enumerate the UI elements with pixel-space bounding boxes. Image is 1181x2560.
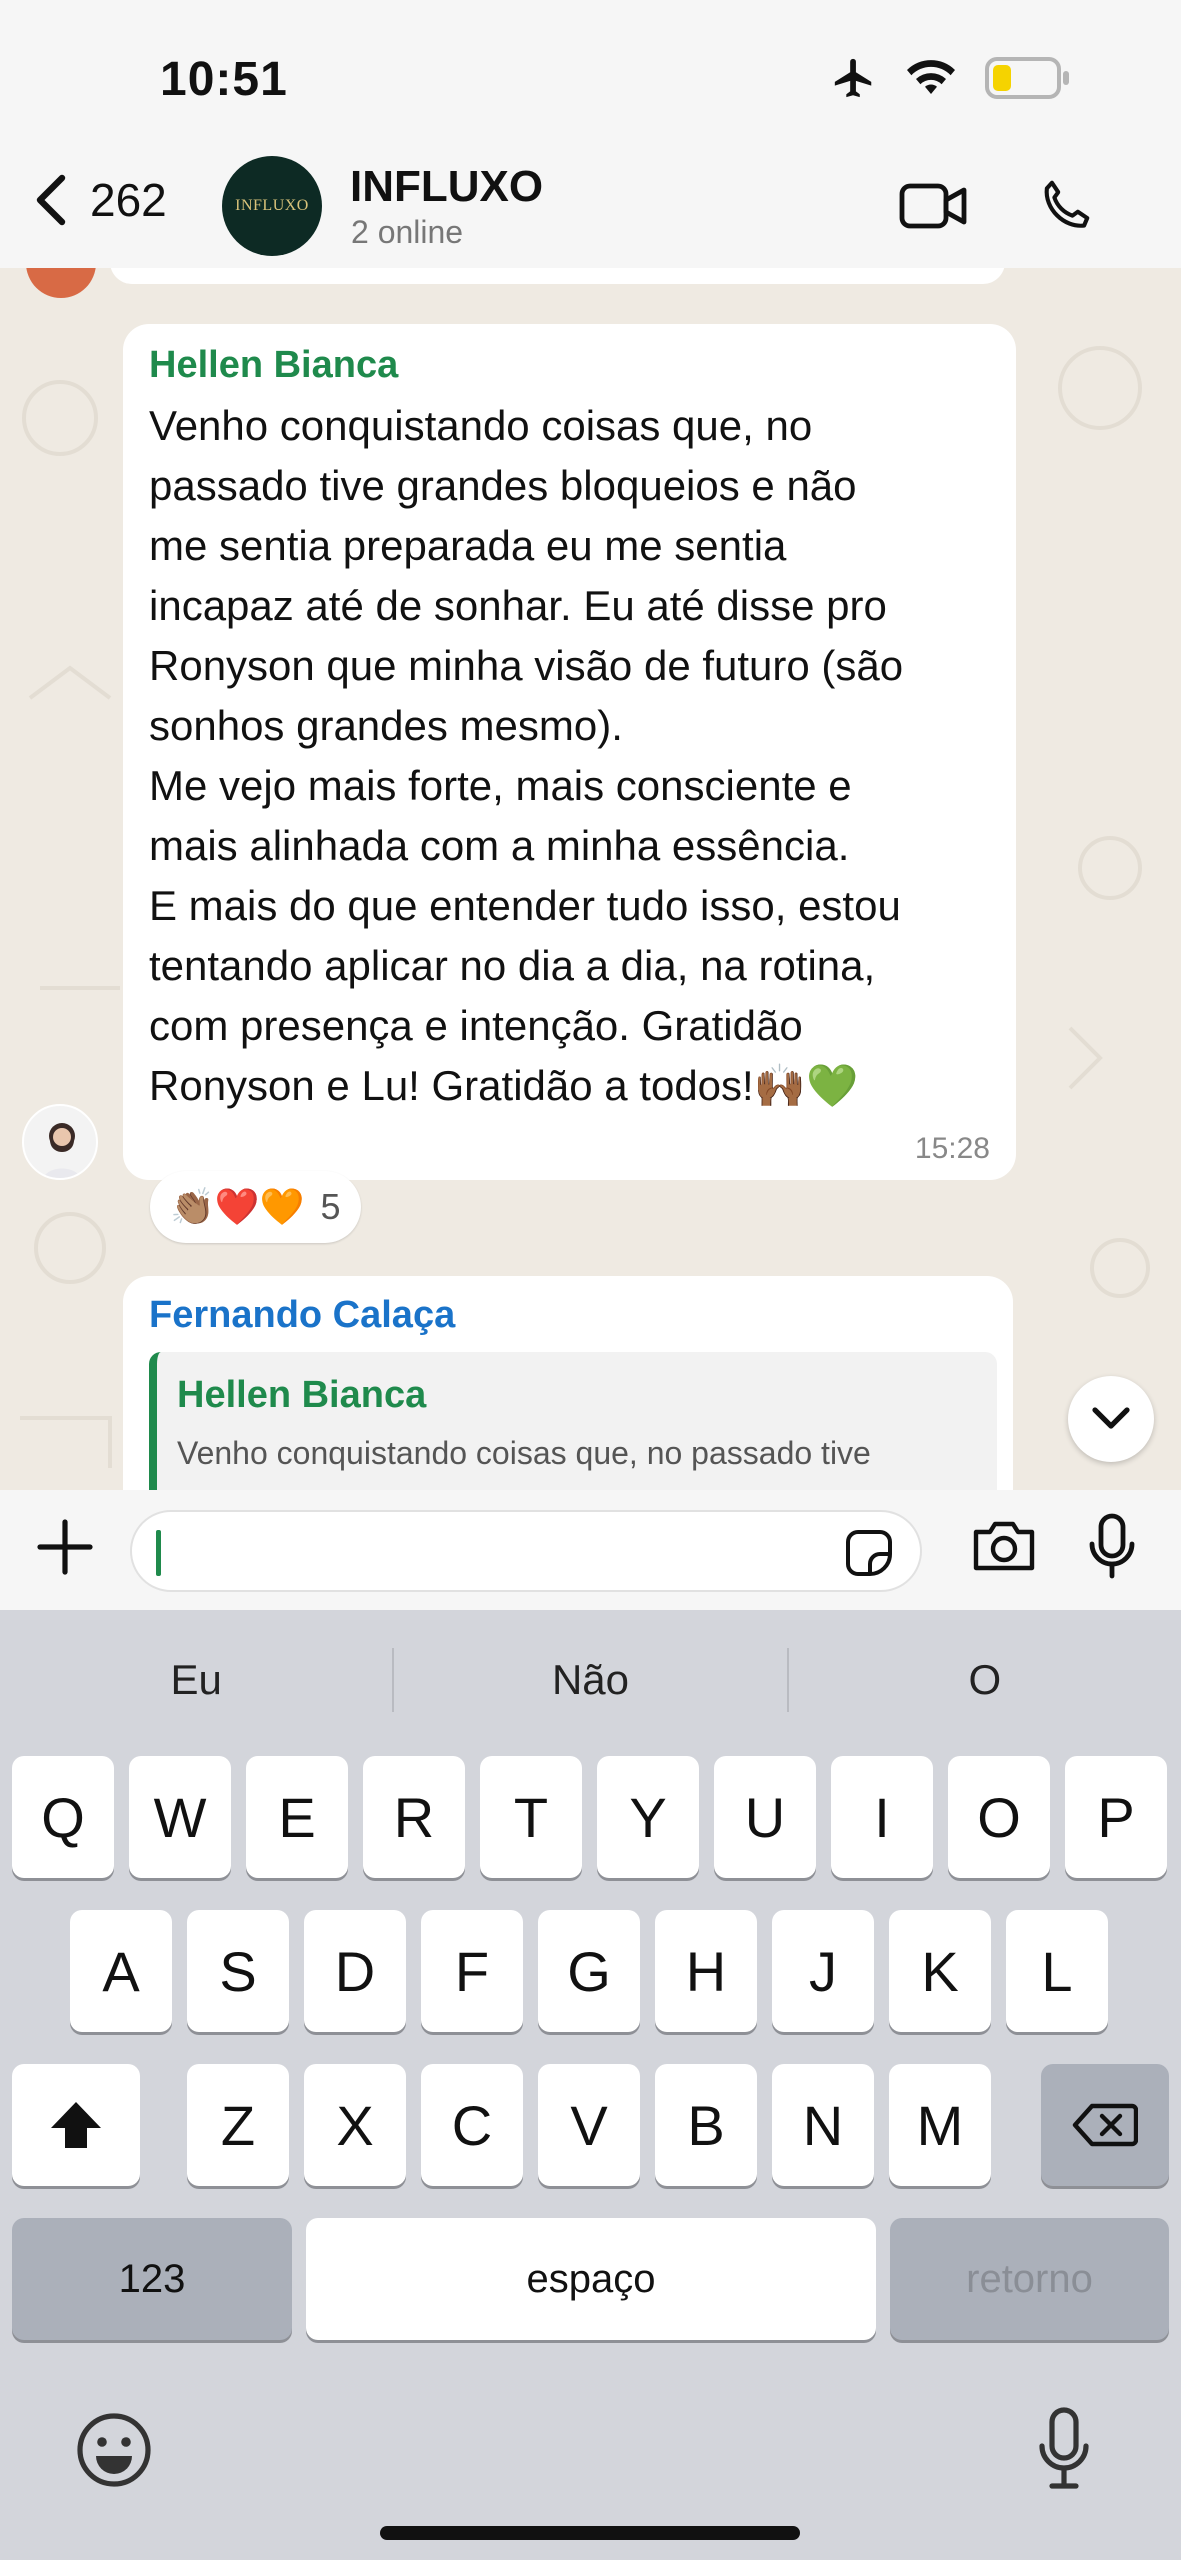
key-a[interactable]: A (70, 1910, 172, 2032)
suggestion-1[interactable]: Eu (0, 1656, 392, 1704)
key-y[interactable]: Y (597, 1756, 699, 1878)
quoted-text: Venho conquistando coisas que, no passad… (177, 1435, 871, 1471)
key-g[interactable]: G (538, 1910, 640, 2032)
message-bubble[interactable]: Hellen Bianca Venho conquistando coisas … (123, 324, 1016, 1180)
key-t[interactable]: T (480, 1756, 582, 1878)
key-j[interactable]: J (772, 1910, 874, 2032)
message-time: 15:28 (914, 1132, 990, 1165)
space-key[interactable]: espaço (306, 2218, 876, 2340)
previous-message-bubble[interactable] (110, 268, 1005, 284)
key-h[interactable]: H (655, 1910, 757, 2032)
chat-header: 10:51 262 INFLUXO INFLUXO 2 online (0, 0, 1181, 268)
keyboard: Eu Não O Q W E R T Y U I O P A S D F G H… (0, 1610, 1181, 2560)
status-time: 10:51 (160, 53, 288, 106)
key-n[interactable]: N (772, 2064, 874, 2186)
unread-count: 262 (90, 174, 167, 226)
home-indicator (380, 2526, 800, 2540)
shift-arrow-icon (51, 2102, 101, 2148)
key-r[interactable]: R (363, 1756, 465, 1878)
chat-title[interactable]: INFLUXO (350, 162, 543, 212)
group-logo-text: INFLUXO (235, 197, 309, 214)
key-z[interactable]: Z (187, 2064, 289, 2186)
suggestion-2[interactable]: Não (394, 1656, 786, 1704)
delete-key[interactable] (1041, 2064, 1169, 2186)
sticker-icon[interactable] (844, 1528, 894, 1578)
key-q[interactable]: Q (12, 1756, 114, 1878)
key-m[interactable]: M (889, 2064, 991, 2186)
status-icons (831, 55, 1071, 101)
key-f[interactable]: F (421, 1910, 523, 2032)
scroll-to-bottom-button[interactable] (1068, 1376, 1154, 1462)
quoted-message[interactable]: Hellen Bianca Venho conquistando coisas … (149, 1352, 997, 1490)
key-d[interactable]: D (304, 1910, 406, 2032)
camera-icon[interactable] (970, 1518, 1038, 1574)
chevron-down-icon (1092, 1407, 1130, 1429)
sender-avatar[interactable] (22, 1104, 98, 1180)
key-e[interactable]: E (246, 1756, 348, 1878)
key-i[interactable]: I (831, 1756, 933, 1878)
reaction-emojis: 👏🏽❤️🧡 (170, 1186, 305, 1227)
message-reactions[interactable]: 👏🏽❤️🧡 5 (150, 1171, 361, 1243)
plus-icon[interactable] (34, 1516, 96, 1578)
chat-subtitle: 2 online (351, 214, 464, 250)
key-v[interactable]: V (538, 2064, 640, 2186)
key-w[interactable]: W (129, 1756, 231, 1878)
chat-area[interactable]: Hellen Bianca Venho conquistando coisas … (0, 268, 1181, 1490)
key-s[interactable]: S (187, 1910, 289, 2032)
key-b[interactable]: B (655, 2064, 757, 2186)
key-c[interactable]: C (421, 2064, 523, 2186)
chevron-left-icon (36, 174, 66, 226)
wifi-icon (907, 60, 955, 94)
microphone-icon[interactable] (1086, 1512, 1138, 1580)
video-call-icon[interactable] (898, 180, 970, 232)
backspace-icon (1072, 2103, 1138, 2147)
suggestion-bar: Eu Não O (0, 1610, 1181, 1750)
message-text: Venho conquistando coisas que, no passad… (149, 402, 904, 1109)
reply-sender[interactable]: Fernando Calaça (149, 1292, 997, 1338)
text-cursor (156, 1530, 161, 1576)
dictation-mic-icon[interactable] (1036, 2406, 1092, 2490)
back-button[interactable]: 262 (30, 172, 167, 228)
return-key[interactable]: retorno (890, 2218, 1169, 2340)
shift-key[interactable] (12, 2064, 140, 2186)
emoji-icon[interactable] (74, 2410, 154, 2490)
message-input-bar (0, 1490, 1181, 1610)
airplane-mode-icon (834, 58, 872, 98)
key-l[interactable]: L (1006, 1910, 1108, 2032)
key-o[interactable]: O (948, 1756, 1050, 1878)
key-x[interactable]: X (304, 2064, 406, 2186)
reaction-count: 5 (320, 1186, 341, 1227)
message-input[interactable] (130, 1510, 922, 1592)
voice-call-icon[interactable] (1036, 176, 1094, 234)
key-u[interactable]: U (714, 1756, 816, 1878)
quoted-sender: Hellen Bianca (177, 1374, 427, 1416)
suggestion-3[interactable]: O (789, 1656, 1181, 1704)
group-avatar[interactable]: INFLUXO (222, 156, 322, 256)
reply-message-bubble[interactable]: Fernando Calaça Hellen Bianca Venho conq… (123, 1276, 1013, 1490)
numbers-key[interactable]: 123 (12, 2218, 292, 2340)
key-k[interactable]: K (889, 1910, 991, 2032)
key-p[interactable]: P (1065, 1756, 1167, 1878)
message-sender[interactable]: Hellen Bianca (149, 342, 990, 388)
battery-low-icon (985, 57, 1069, 99)
